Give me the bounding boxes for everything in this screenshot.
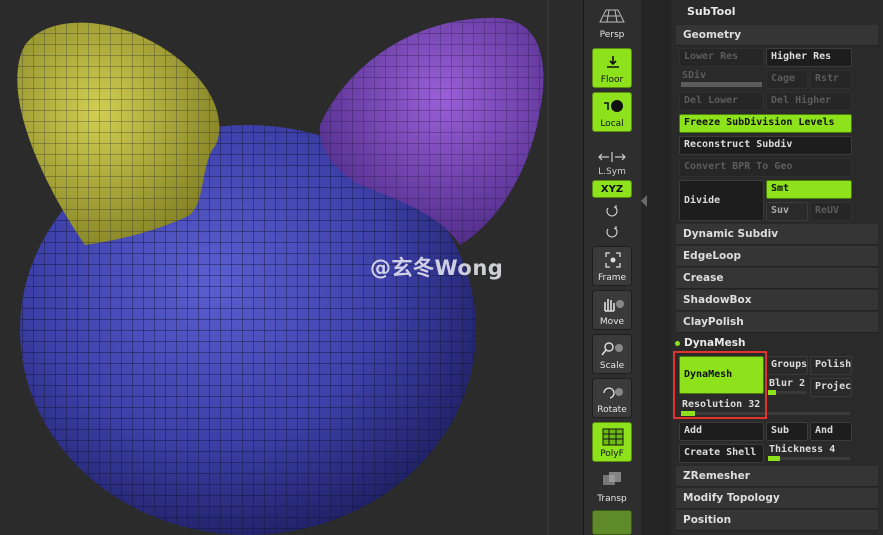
viewport-canvas[interactable]: @玄冬Wong bbox=[0, 0, 583, 535]
frame-button[interactable]: Frame bbox=[592, 246, 632, 286]
cage-button[interactable]: Cage bbox=[766, 70, 808, 89]
polish-button[interactable]: Polish bbox=[810, 356, 852, 375]
project-button[interactable]: Projec bbox=[810, 378, 852, 397]
groups-button[interactable]: Groups bbox=[766, 356, 808, 375]
right-shelf: Persp Floor Local L.Sym XYZ Frame Move S… bbox=[583, 0, 641, 535]
reconstruct-subdiv-button[interactable]: Reconstruct Subdiv bbox=[679, 136, 852, 155]
persp-label: Persp bbox=[599, 30, 625, 40]
scale-button[interactable]: Scale bbox=[592, 334, 632, 374]
geometry-header[interactable]: Geometry bbox=[676, 25, 878, 46]
geometry-title: Geometry bbox=[683, 29, 742, 41]
position-label: Position bbox=[683, 514, 732, 526]
dynamesh-header[interactable]: DynaMesh bbox=[675, 337, 745, 349]
rotate-icon bbox=[603, 387, 623, 399]
polyframe-icon bbox=[602, 428, 624, 446]
lsym-button[interactable]: L.Sym bbox=[592, 148, 632, 177]
thickness-fill bbox=[768, 456, 781, 461]
claypolish-section[interactable]: ClayPolish bbox=[676, 312, 878, 333]
rotate-button[interactable]: Rotate bbox=[592, 378, 632, 418]
crease-label: Crease bbox=[683, 272, 724, 284]
thickness-label: Thickness 4 bbox=[769, 444, 836, 455]
persp-button[interactable]: Persp bbox=[592, 2, 632, 42]
modify-topology-section[interactable]: Modify Topology bbox=[676, 488, 878, 509]
reuv-button[interactable]: ReUV bbox=[810, 202, 852, 221]
position-section[interactable]: Position bbox=[676, 510, 878, 531]
local-label: Local bbox=[600, 119, 624, 129]
move-hand-icon bbox=[604, 299, 624, 312]
tool-panel: SubTool Geometry Lower Res Higher Res SD… bbox=[671, 0, 883, 535]
edgeloop-label: EdgeLoop bbox=[683, 250, 741, 262]
rotate-y-button[interactable] bbox=[592, 203, 632, 222]
shadowbox-label: ShadowBox bbox=[683, 294, 752, 306]
rotate-label: Rotate bbox=[597, 405, 627, 415]
grid-perspective-icon bbox=[599, 9, 625, 23]
transp-label: Transp bbox=[597, 494, 627, 504]
shelf-extra-button[interactable] bbox=[592, 510, 632, 535]
crease-section[interactable]: Crease bbox=[676, 268, 878, 289]
dynamic-subdiv-section[interactable]: Dynamic Subdiv bbox=[676, 224, 878, 245]
active-dot-icon bbox=[675, 340, 680, 346]
convert-bpr-button[interactable]: Convert BPR To Geo bbox=[679, 158, 852, 177]
resolution-fill bbox=[681, 411, 695, 416]
local-button[interactable]: Local bbox=[592, 92, 632, 132]
claypolish-label: ClayPolish bbox=[683, 316, 744, 328]
frame-label: Frame bbox=[597, 273, 627, 283]
blur-fill bbox=[768, 390, 776, 395]
del-higher-button[interactable]: Del Higher bbox=[766, 92, 852, 111]
rstr-button[interactable]: Rstr bbox=[810, 70, 852, 89]
polyf-button[interactable]: PolyF bbox=[592, 422, 632, 462]
resolution-slider[interactable]: Resolution 32 bbox=[679, 397, 852, 416]
blur-label: Blur 2 bbox=[769, 378, 806, 389]
floor-button[interactable]: Floor bbox=[592, 48, 632, 88]
edgeloop-section[interactable]: EdgeLoop bbox=[676, 246, 878, 267]
zremesher-label: ZRemesher bbox=[683, 470, 750, 482]
dynamesh-button[interactable]: DynaMesh bbox=[679, 356, 764, 394]
create-shell-button[interactable]: Create Shell bbox=[679, 444, 764, 463]
shadowbox-section[interactable]: ShadowBox bbox=[676, 290, 878, 311]
zremesher-section[interactable]: ZRemesher bbox=[676, 466, 878, 487]
polyf-label: PolyF bbox=[600, 449, 624, 459]
scale-label: Scale bbox=[599, 361, 625, 371]
rotate-axis-z-icon bbox=[606, 226, 618, 238]
add-button[interactable]: Add bbox=[679, 422, 764, 441]
floor-label: Floor bbox=[600, 75, 624, 85]
thickness-slider[interactable]: Thickness 4 bbox=[766, 442, 852, 461]
del-lower-button[interactable]: Del Lower bbox=[679, 92, 764, 111]
sdiv-slider[interactable]: SDiv bbox=[679, 68, 764, 87]
scale-icon bbox=[601, 342, 623, 356]
smt-button[interactable]: Smt bbox=[766, 180, 852, 199]
rotate-z-button[interactable] bbox=[592, 224, 632, 243]
suv-button[interactable]: Suv bbox=[766, 202, 808, 221]
lsym-label: L.Sym bbox=[598, 167, 626, 177]
move-button[interactable]: Move bbox=[592, 290, 632, 330]
floor-icon bbox=[607, 56, 619, 68]
dynamic-subdiv-label: Dynamic Subdiv bbox=[683, 228, 779, 240]
higher-res-button[interactable]: Higher Res bbox=[766, 48, 852, 67]
collapse-arrow-icon[interactable] bbox=[641, 195, 647, 207]
modify-topology-label: Modify Topology bbox=[683, 492, 780, 504]
subtool-header[interactable]: SubTool bbox=[687, 5, 736, 18]
dynamesh-title: DynaMesh bbox=[684, 337, 746, 349]
blur-slider[interactable]: Blur 2 bbox=[766, 376, 808, 395]
sdiv-label: SDiv bbox=[682, 70, 707, 81]
watermark: @玄冬Wong bbox=[370, 256, 504, 280]
panel-separator[interactable] bbox=[641, 0, 671, 535]
symmetry-icon bbox=[598, 152, 626, 162]
freeze-subdivision-button[interactable]: Freeze SubDivision Levels bbox=[679, 114, 852, 133]
and-button[interactable]: And bbox=[810, 422, 852, 441]
local-icon bbox=[604, 100, 623, 112]
divide-button[interactable]: Divide bbox=[679, 180, 764, 221]
resolution-label: Resolution 32 bbox=[682, 399, 761, 410]
xyz-button[interactable]: XYZ bbox=[592, 180, 632, 198]
frame-icon bbox=[605, 252, 621, 268]
move-label: Move bbox=[599, 317, 625, 327]
rotate-axis-icon bbox=[606, 205, 618, 217]
sub-button[interactable]: Sub bbox=[766, 422, 808, 441]
xyz-label: XYZ bbox=[600, 184, 624, 195]
transp-button[interactable]: Transp bbox=[592, 466, 632, 506]
transparency-icon bbox=[603, 472, 621, 485]
lower-res-button[interactable]: Lower Res bbox=[679, 48, 764, 67]
